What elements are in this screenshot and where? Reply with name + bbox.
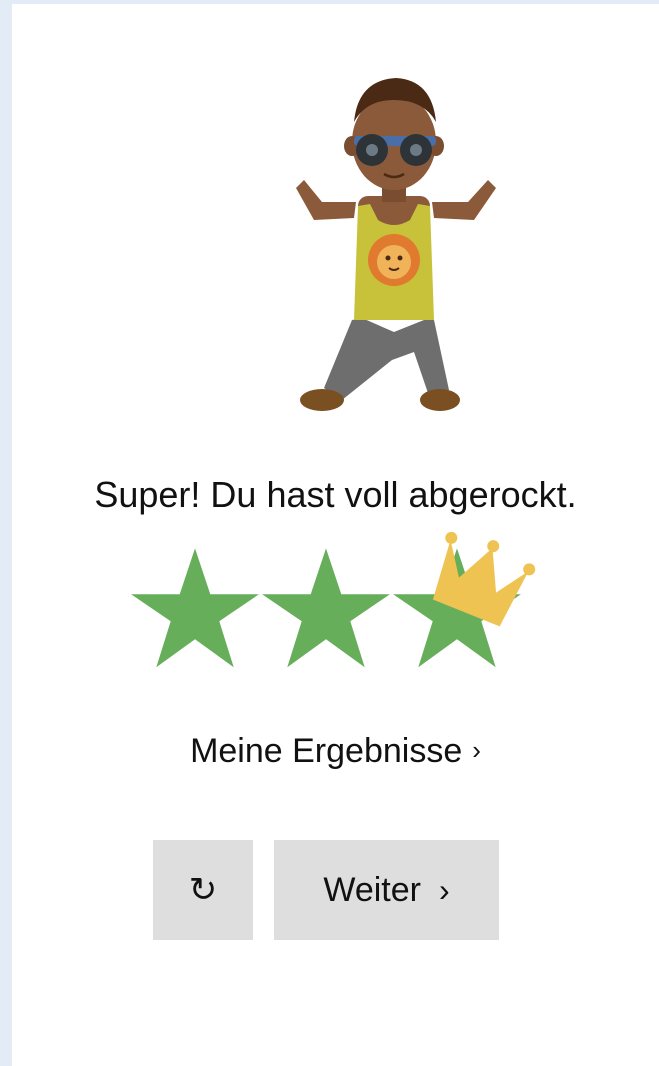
my-results-link[interactable]: Meine Ergebnisse › <box>12 732 659 771</box>
chevron-right-icon: › <box>472 735 481 765</box>
star-icon <box>131 548 259 668</box>
replay-button[interactable]: ↻ <box>153 840 253 940</box>
next-button-label: Weiter <box>323 870 421 909</box>
my-results-label: Meine Ergebnisse <box>190 732 463 770</box>
replay-icon: ↻ <box>188 871 218 909</box>
result-message: Super! Du hast voll abgerockt. <box>94 474 577 515</box>
dancing-character-illustration <box>296 78 496 411</box>
next-button[interactable]: Weiter › <box>274 840 499 940</box>
chevron-right-icon: › <box>438 871 450 908</box>
star-icon <box>262 548 390 668</box>
result-card: Super! Du hast voll abgerockt. Meine Erg… <box>12 4 659 1066</box>
star-rating <box>131 531 536 668</box>
